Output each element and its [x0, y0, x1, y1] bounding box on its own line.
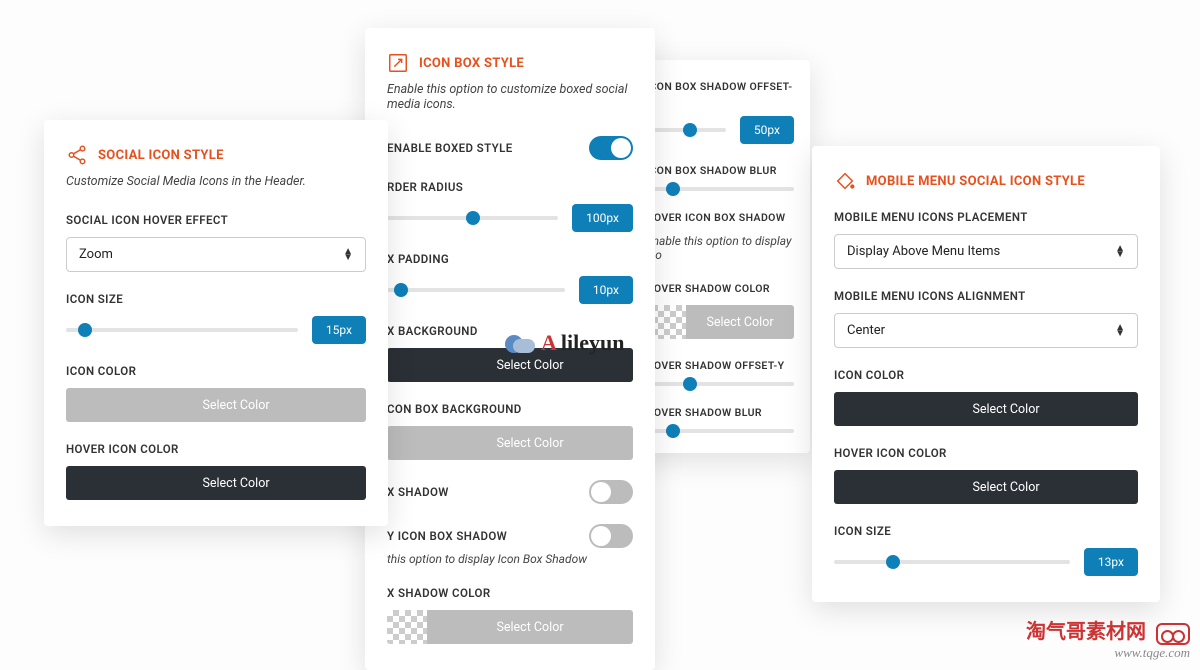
alignment-select[interactable]: Center ▲▼	[834, 313, 1138, 348]
box-shadow-color-label: X SHADOW COLOR	[387, 586, 633, 600]
select-color-button[interactable]: Select Color	[874, 392, 1138, 426]
select-color-button[interactable]: Select Color	[874, 470, 1138, 504]
offset-y-slider[interactable]	[646, 128, 726, 132]
offset-y-label: ICON BOX SHADOW OFFSET-Y	[646, 80, 794, 106]
icon-size-slider[interactable]	[66, 328, 298, 332]
share-icon	[66, 144, 88, 166]
icon-size-slider[interactable]	[834, 560, 1070, 564]
hover-icon-color-label: HOVER ICON COLOR	[66, 442, 366, 456]
hover-box-shadow-sub: Enable this option to display Ico	[646, 234, 794, 262]
placement-select[interactable]: Display Above Menu Items ▲▼	[834, 234, 1138, 269]
icon-color-label: ICON COLOR	[66, 364, 366, 378]
select-color-button[interactable]: Select Color	[106, 388, 366, 422]
select-color-button[interactable]: Select Color	[427, 426, 633, 460]
hover-effect-select[interactable]: Zoom ▲▼	[66, 237, 366, 272]
chevron-updown-icon: ▲▼	[343, 249, 353, 261]
border-radius-label: RDER RADIUS	[387, 180, 633, 194]
box-shadow-label: X SHADOW	[387, 485, 449, 499]
y-box-shadow-toggle[interactable]	[589, 524, 633, 548]
hover-offset-y-slider[interactable]	[646, 382, 794, 386]
y-box-shadow-label: Y ICON BOX SHADOW	[387, 529, 507, 543]
hover-effect-label: SOCIAL ICON HOVER EFFECT	[66, 213, 366, 227]
select-color-button[interactable]: Select Color	[427, 610, 633, 644]
hover-box-shadow-label: HOVER ICON BOX SHADOW	[646, 211, 794, 224]
icon-size-label: ICON SIZE	[66, 292, 366, 306]
box-padding-value: 10px	[579, 276, 633, 304]
alignment-label: MOBILE MENU ICONS ALIGNMENT	[834, 289, 1138, 303]
shadow-blur-slider[interactable]	[646, 187, 794, 191]
hover-shadow-color-label: HOVER SHADOW COLOR	[646, 282, 794, 295]
color-swatch[interactable]	[834, 392, 874, 426]
shadow-settings-panel: ICON BOX SHADOW OFFSET-Y 50px ICON BOX S…	[630, 60, 810, 453]
select-value: Display Above Menu Items	[847, 244, 1000, 259]
icon-size-value: 13px	[1084, 548, 1138, 576]
chevron-updown-icon: ▲▼	[1115, 325, 1125, 337]
y-box-shadow-sub: this option to display Icon Box Shadow	[387, 552, 633, 566]
panel-subtitle: Enable this option to customize boxed so…	[387, 82, 633, 112]
select-color-button[interactable]: Select Color	[106, 466, 366, 500]
paint-bucket-icon	[834, 170, 856, 192]
select-color-button[interactable]: Select Color	[686, 305, 794, 339]
mobile-menu-social-icon-panel: MOBILE MENU SOCIAL ICON STYLE MOBILE MEN…	[812, 146, 1160, 602]
icon-size-value: 15px	[312, 316, 366, 344]
hover-shadow-blur-label: HOVER SHADOW BLUR	[646, 406, 794, 419]
watermark-cn: 淘气哥素材网	[1026, 621, 1146, 643]
color-swatch[interactable]	[834, 470, 874, 504]
hover-box-background-label: CON BOX BACKGROUND	[387, 402, 633, 416]
icon-color-label: ICON COLOR	[834, 368, 1138, 382]
shadow-blur-label: ICON BOX SHADOW BLUR	[646, 164, 794, 177]
watermark-text: lileyun	[561, 330, 625, 356]
select-value: Zoom	[79, 247, 113, 262]
color-swatch[interactable]	[387, 348, 427, 382]
border-radius-value: 100px	[572, 204, 633, 232]
social-icon-style-panel: SOCIAL ICON STYLE Customize Social Media…	[44, 120, 388, 526]
color-swatch[interactable]	[66, 388, 106, 422]
watermark-center: Alileyun	[505, 330, 624, 356]
panel-subtitle: Customize Social Media Icons in the Head…	[66, 174, 366, 189]
hover-icon-color-label: HOVER ICON COLOR	[834, 446, 1138, 460]
watermark-url: www.tqge.com	[1026, 645, 1190, 661]
color-swatch[interactable]	[646, 305, 686, 339]
cloud-icon	[505, 333, 535, 353]
box-padding-label: X PADDING	[387, 252, 633, 266]
enable-boxed-label: ENABLE BOXED STYLE	[387, 141, 513, 155]
hover-offset-y-label: HOVER SHADOW OFFSET-Y	[646, 359, 794, 372]
panel-title: SOCIAL ICON STYLE	[66, 144, 366, 166]
panel-title-text: ICON BOX STYLE	[419, 56, 524, 71]
chevron-updown-icon: ▲▼	[1115, 246, 1125, 258]
color-swatch[interactable]	[66, 466, 106, 500]
color-swatch[interactable]	[387, 426, 427, 460]
panel-title-text: SOCIAL ICON STYLE	[98, 148, 224, 163]
hover-shadow-blur-slider[interactable]	[646, 429, 794, 433]
panel-title: ICON BOX STYLE	[387, 52, 633, 74]
panel-title-text: MOBILE MENU SOCIAL ICON STYLE	[866, 174, 1085, 189]
box-shadow-toggle[interactable]	[589, 480, 633, 504]
enable-boxed-toggle[interactable]	[589, 136, 633, 160]
box-padding-slider[interactable]	[387, 288, 565, 292]
placement-label: MOBILE MENU ICONS PLACEMENT	[834, 210, 1138, 224]
select-value: Center	[847, 323, 885, 338]
offset-y-value: 50px	[740, 116, 794, 144]
panel-title: MOBILE MENU SOCIAL ICON STYLE	[834, 170, 1138, 192]
border-radius-slider[interactable]	[387, 216, 558, 220]
glasses-icon	[1156, 623, 1190, 645]
watermark-bottom-right: 淘气哥素材网 www.tqge.com	[1026, 615, 1190, 661]
color-swatch[interactable]	[387, 610, 427, 644]
expand-box-icon	[387, 52, 409, 74]
icon-size-label: ICON SIZE	[834, 524, 1138, 538]
